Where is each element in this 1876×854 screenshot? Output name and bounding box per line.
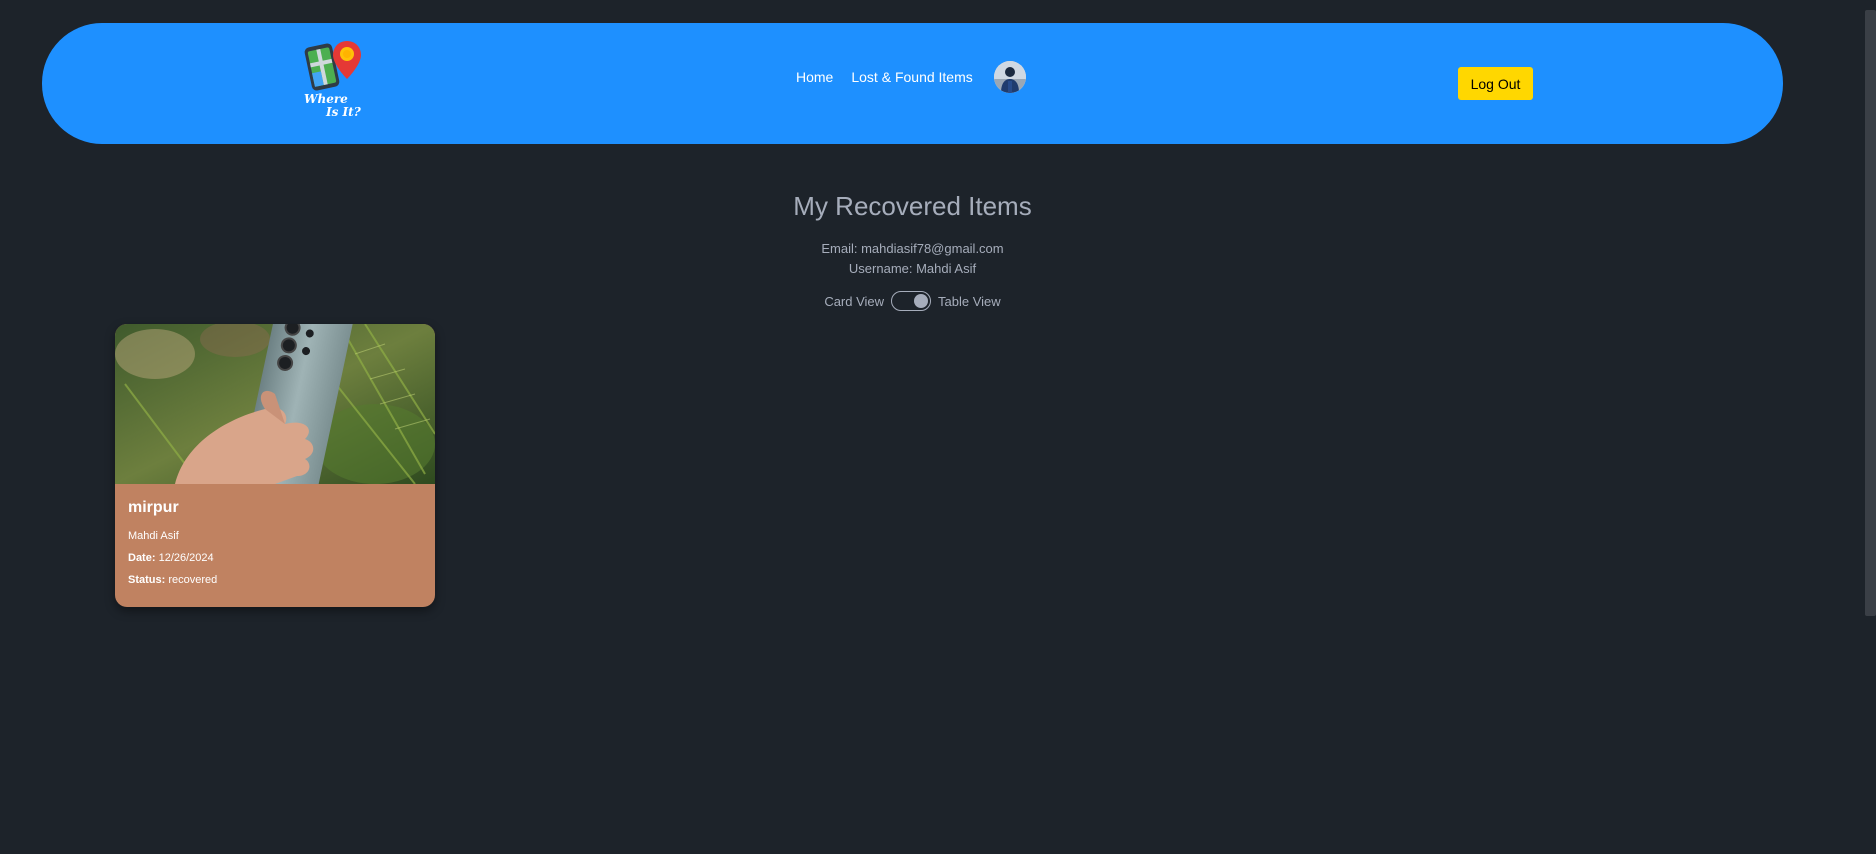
- logout-button[interactable]: Log Out: [1458, 67, 1533, 100]
- logo-text-line2: Is It?: [326, 105, 361, 119]
- card-title: mirpur: [128, 499, 179, 516]
- nav-link-lost-found[interactable]: Lost & Found Items: [851, 69, 972, 85]
- item-card[interactable]: mirpur Mahdi Asif Date: 12/26/2024 Statu…: [115, 324, 435, 607]
- card-date-value: 12/26/2024: [158, 552, 214, 564]
- view-toggle: Card View Table View: [0, 291, 1825, 311]
- site-logo[interactable]: Where Is It?: [300, 37, 370, 123]
- scrollbar[interactable]: [1865, 0, 1876, 854]
- logo-text: Where Is It?: [300, 93, 370, 119]
- navbar: Where Is It? Home Lost & Found Items Log…: [42, 23, 1783, 144]
- map-pin-logo-icon: [304, 41, 361, 91]
- card-status: Status: recovered: [128, 574, 422, 586]
- item-photo: [115, 324, 435, 484]
- nav-links: Home Lost & Found Items: [796, 61, 1026, 93]
- card-status-value: recovered: [168, 574, 218, 586]
- card-date: Date: 12/26/2024: [128, 552, 422, 564]
- user-avatar[interactable]: [993, 61, 1026, 93]
- page-title: My Recovered Items: [793, 191, 1032, 221]
- card-owner: Mahdi Asif: [128, 530, 179, 542]
- table-view-label: Table View: [938, 293, 1001, 309]
- card-body: mirpur Mahdi Asif Date: 12/26/2024 Statu…: [115, 484, 435, 586]
- page: Where Is It? Home Lost & Found Items Log…: [0, 0, 1876, 854]
- card-view-label: Card View: [824, 293, 885, 309]
- user-username: Username: Mahdi Asif: [848, 261, 977, 276]
- scrollbar-thumb[interactable]: [1865, 10, 1876, 616]
- card-status-label: Status:: [128, 574, 166, 586]
- user-email: Email: mahdiasif78@gmail.com: [821, 241, 1004, 256]
- user-photo-icon: [993, 61, 1026, 93]
- nav-link-home[interactable]: Home: [796, 69, 833, 85]
- toggle-knob: [914, 294, 929, 308]
- view-toggle-switch[interactable]: [891, 291, 932, 311]
- card-date-label: Date:: [128, 552, 156, 564]
